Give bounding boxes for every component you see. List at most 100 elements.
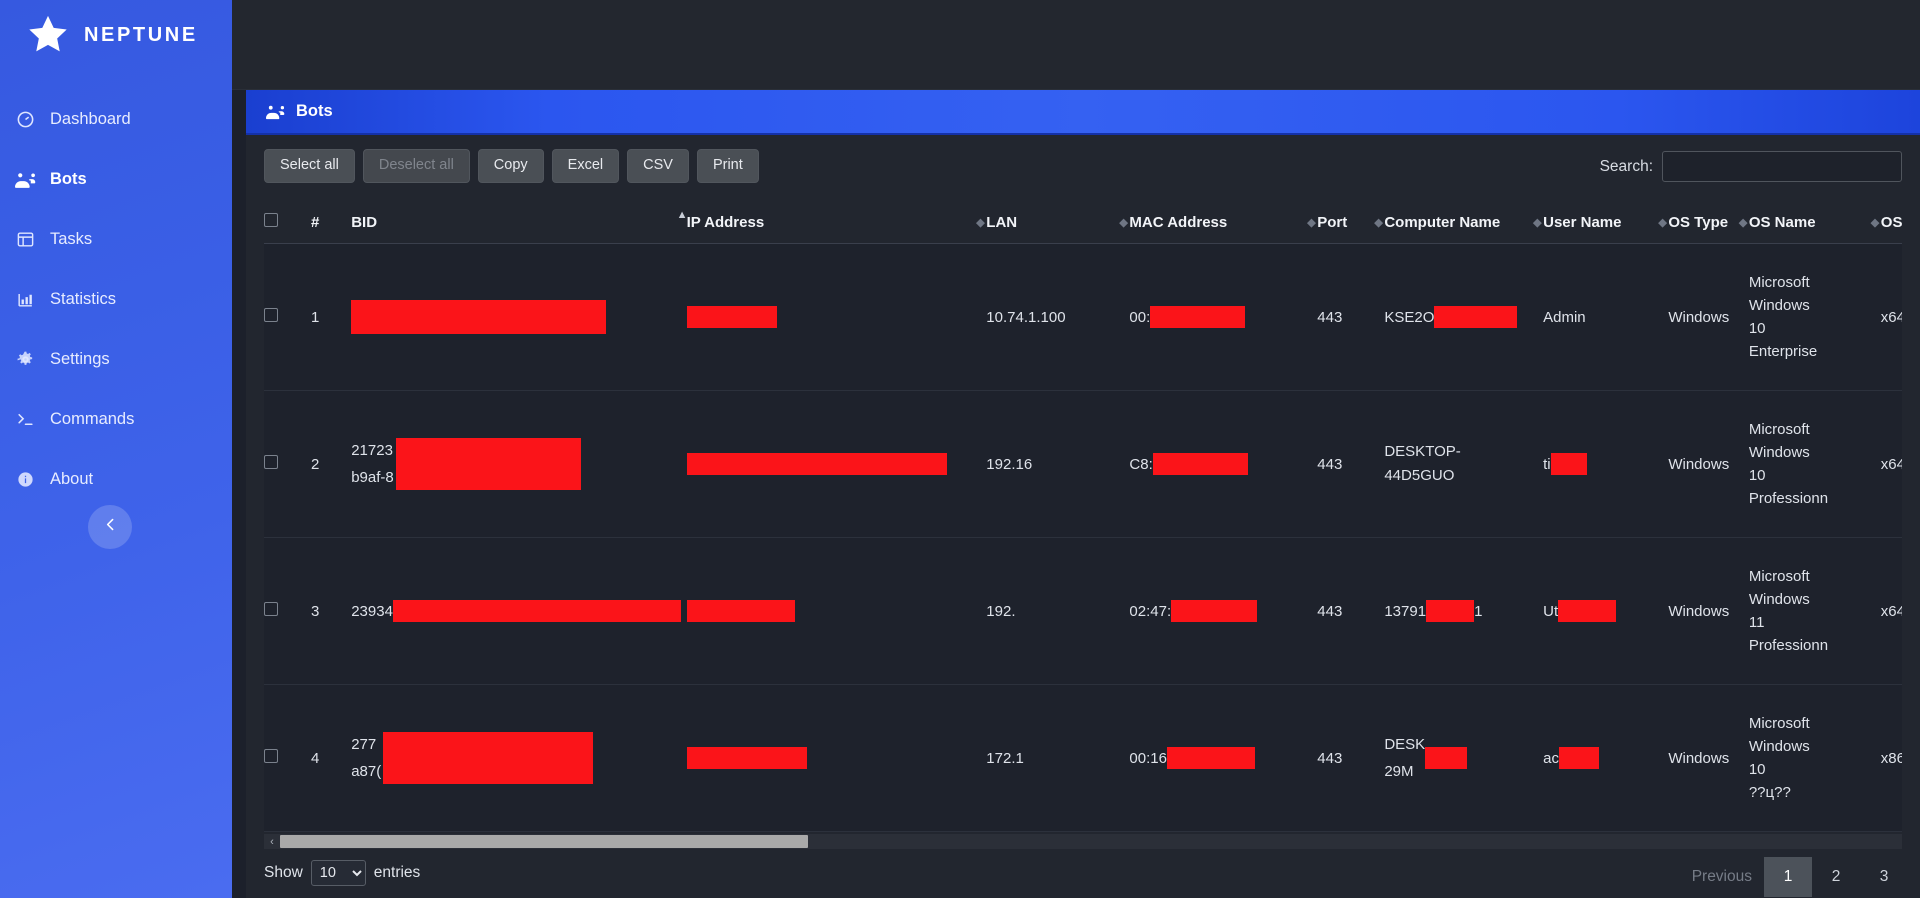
column-header-bid[interactable]: BID (351, 199, 687, 244)
horizontal-scrollbar[interactable]: ‹ (264, 834, 1902, 849)
panel-title: Bots (296, 102, 333, 120)
column-header-lan[interactable]: ◆ LAN (976, 199, 1130, 244)
print-button[interactable]: Print (696, 149, 759, 183)
cell-user-text: Ut (1543, 602, 1559, 620)
cell-port: 443 (1317, 390, 1385, 538)
search-input[interactable] (1662, 151, 1902, 182)
cell-num: 2 (310, 390, 352, 538)
redaction-bar (1426, 600, 1475, 622)
info-circle-icon (14, 468, 36, 490)
cell-lan: 10.74.1.100 (986, 243, 1130, 391)
cell-ip-address (686, 390, 987, 538)
row-checkbox-cell[interactable] (264, 537, 311, 685)
column-label: BID (351, 214, 378, 231)
row-checkbox-cell[interactable] (264, 390, 311, 538)
terminal-prompt-icon (14, 408, 36, 430)
csv-export-button[interactable]: CSV (627, 149, 689, 183)
deselect-all-button[interactable]: Deselect all (362, 149, 470, 183)
redaction-bar (686, 747, 807, 769)
sort-icon: ◆ (1533, 217, 1542, 229)
table-row[interactable]: 3 23934 192. 02:47: 443 13791 1 Ut Windows Micros… (264, 537, 1902, 685)
cell-num: 1 (310, 243, 352, 391)
table-footer: Show 102550100 entries Previous 1 2 3 (264, 849, 1902, 898)
cell-user-name: Admin (1543, 243, 1669, 391)
sidebar-item-settings[interactable]: Settings (0, 329, 232, 389)
cell-bid: 23934 (351, 537, 687, 685)
cell-bid (351, 243, 687, 391)
sidebar-item-label: Statistics (50, 289, 117, 308)
table-row[interactable]: 2 21723 b9af-8 192.16 C8: 443 DESKTOP- 44D5GUO t… (264, 390, 1902, 538)
copy-button[interactable]: Copy (477, 149, 544, 183)
cell-os-type: Windows (1668, 243, 1749, 391)
sidebar-item-statistics[interactable]: Statistics (0, 269, 232, 329)
cell-computer-text: 13791 (1384, 602, 1427, 620)
row-checkbox-cell[interactable] (264, 243, 311, 391)
cell-os-name: Microsoft Windows 10 ??ц?? (1748, 684, 1881, 832)
select-all-button[interactable]: Select all (264, 149, 355, 183)
sidebar-item-bots[interactable]: Bots (0, 149, 232, 209)
page-length-select[interactable]: 102550100 (310, 860, 366, 886)
sidebar-collapse-button[interactable] (88, 505, 132, 549)
row-checkbox[interactable] (264, 455, 278, 469)
column-header-computer-name[interactable]: ◆ Computer Name (1374, 199, 1544, 244)
sidebar-item-tasks[interactable]: Tasks (0, 209, 232, 269)
cell-ip-address (686, 243, 987, 391)
sort-icon: ◆ (1870, 217, 1880, 229)
row-checkbox[interactable] (264, 602, 278, 616)
cell-bid-text: 21723 b9af-8 (351, 442, 394, 486)
column-header-mac-address[interactable]: ◆ MAC Address (1119, 199, 1318, 244)
column-header-ip-address[interactable]: ▲ IP Address (677, 199, 987, 244)
row-checkbox[interactable] (264, 749, 278, 763)
column-label: OS Type (1668, 214, 1729, 231)
row-checkbox-cell[interactable] (264, 684, 311, 832)
sidebar-item-label: Bots (50, 169, 87, 188)
pagination-page-3[interactable]: 3 (1860, 857, 1908, 897)
cell-os-bit: x64 (1880, 537, 1902, 685)
cell-mac-address: 00:16 (1129, 684, 1318, 832)
scrollbar-thumb[interactable] (280, 835, 808, 848)
column-header-os-type[interactable]: ◆ OS Type (1658, 199, 1749, 244)
redaction-bar (1434, 306, 1518, 328)
pagination-page-1[interactable]: 1 (1764, 857, 1812, 897)
redaction-bar (1558, 747, 1599, 769)
sort-icon: ◆ (976, 217, 985, 229)
table-head: # BID ▲ IP Address ◆ LAN ◆ MAC Address ◆… (264, 199, 1902, 244)
cell-user-text: ac (1543, 749, 1559, 767)
column-label: OS Bit (1880, 214, 1902, 231)
cell-mac-address: C8: (1129, 390, 1318, 538)
pagination-page-2[interactable]: 2 (1812, 857, 1860, 897)
sidebar-item-commands[interactable]: Commands (0, 389, 232, 449)
excel-export-button[interactable]: Excel (551, 149, 620, 183)
cell-mac-text: 00:16 (1129, 749, 1167, 767)
cell-lan: 192. (986, 537, 1130, 685)
cell-os-bit: x64 (1880, 390, 1902, 538)
pagination: Previous 1 2 3 (1680, 857, 1908, 897)
users-icon (266, 102, 286, 122)
pagination-previous[interactable]: Previous (1680, 857, 1764, 897)
bots-panel: Bots Select all Deselect all Copy Excel … (246, 90, 1920, 898)
column-header-user-name[interactable]: ◆ User Name (1533, 199, 1669, 244)
header-checkbox[interactable] (264, 213, 278, 227)
cell-lan: 172.1 (986, 684, 1130, 832)
redaction-bar (1558, 600, 1617, 622)
column-label: Computer Name (1384, 214, 1501, 231)
column-header-os-name[interactable]: ◆ OS Name (1739, 199, 1881, 244)
table-row[interactable]: 1 10.74.1.100 00: 443 KSE2O Admin Windows Micro… (264, 243, 1902, 391)
redaction-bar (1166, 747, 1255, 769)
table-row[interactable]: 4 277 a87(172.1 00:16 443 DESK 29M ac Windows Mic… (264, 684, 1902, 832)
table-body: 1 10.74.1.100 00: 443 KSE2O Admin Windows Micro… (264, 243, 1902, 832)
show-label: Show (264, 864, 303, 881)
sidebar-item-about[interactable]: About (0, 449, 232, 509)
select-all-header (264, 199, 311, 244)
cell-os-name-text: Microsoft Windows 10 Professionn (1748, 420, 1829, 508)
cell-computer-name: DESK 29M (1384, 684, 1544, 832)
cell-mac-text: 02:47: (1129, 602, 1172, 620)
column-header-os-bit[interactable]: ◆ OS Bit (1871, 199, 1902, 244)
panel-body: Select all Deselect all Copy Excel CSV P… (246, 135, 1920, 898)
column-label: MAC Address (1129, 214, 1228, 231)
scroll-left-icon[interactable]: ‹ (264, 836, 280, 848)
row-checkbox[interactable] (264, 308, 278, 322)
sort-icon: ◆ (1374, 217, 1383, 229)
sidebar-item-dashboard[interactable]: Dashboard (0, 89, 232, 149)
column-header-num[interactable]: # (310, 199, 352, 244)
